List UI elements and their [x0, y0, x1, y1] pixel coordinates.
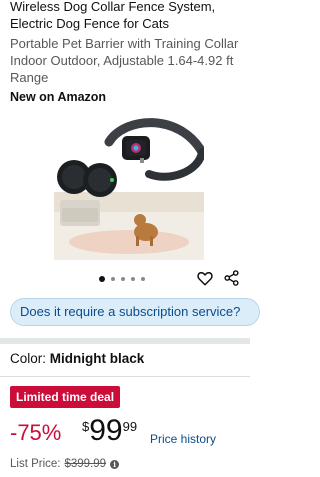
list-price-label: List Price:: [10, 458, 61, 470]
share-icon[interactable]: [223, 269, 240, 287]
product-subtitle: Portable Pet Barrier with Training Colla…: [10, 36, 239, 85]
gallery-dots[interactable]: [99, 276, 145, 282]
product-image[interactable]: [54, 112, 204, 260]
color-label: Color:: [10, 351, 47, 366]
discount-percent: -75%: [10, 420, 62, 445]
new-badge: New on Amazon: [10, 90, 107, 104]
heart-icon[interactable]: [196, 269, 214, 287]
price: $ 99 99: [82, 416, 137, 446]
gallery-dot[interactable]: [111, 277, 115, 281]
list-price-value: $399.99: [64, 458, 107, 470]
gallery-dot-active[interactable]: [99, 276, 105, 282]
color-value: Midnight black: [49, 351, 145, 366]
question-suggestion-button[interactable]: Does it require a subscription service?: [10, 298, 260, 326]
list-price: List Price: $399.99 i: [10, 458, 120, 470]
price-currency: $: [82, 419, 90, 434]
info-icon[interactable]: i: [110, 459, 120, 469]
limited-time-deal-badge: Limited time deal: [10, 386, 121, 408]
price-history-link[interactable]: Price history: [150, 432, 216, 446]
gallery-dot[interactable]: [131, 277, 135, 281]
price-fraction: 99: [122, 419, 138, 434]
section-divider: [0, 338, 250, 344]
divider: [0, 376, 250, 377]
price-whole: 99: [89, 414, 123, 447]
gallery-dot[interactable]: [121, 277, 125, 281]
gallery-dot[interactable]: [141, 277, 145, 281]
product-title: Wireless Dog Collar Fence System, Electr…: [10, 0, 216, 31]
color-variant-row[interactable]: Color: Midnight black: [10, 350, 144, 368]
